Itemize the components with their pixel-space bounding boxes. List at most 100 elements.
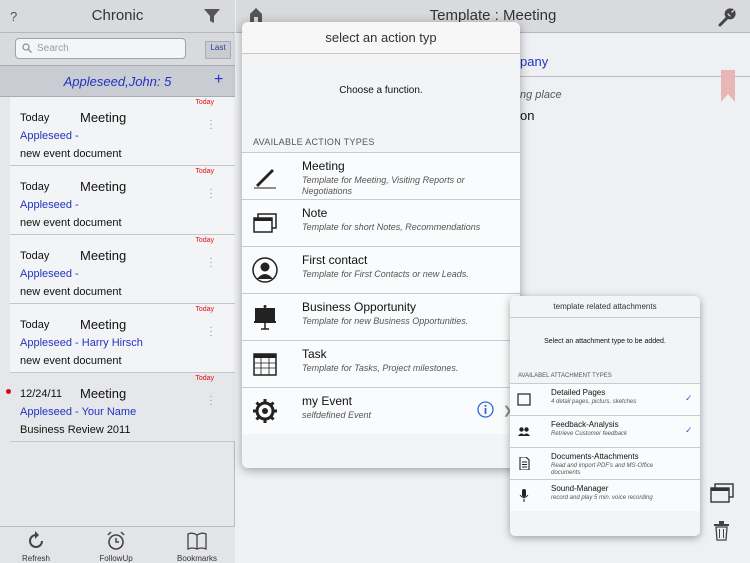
event-date: Today — [20, 319, 50, 331]
event-date: Today — [20, 112, 50, 124]
event-badge: Today — [195, 168, 214, 175]
filter-icon[interactable] — [204, 9, 220, 23]
search-input[interactable]: Search — [15, 38, 186, 59]
more-dots-icon[interactable]: · · · — [208, 323, 214, 341]
last-button[interactable]: Last — [205, 41, 231, 59]
action-type-name: my Event — [302, 394, 353, 408]
description-field[interactable]: on — [520, 108, 534, 123]
selected-marker — [6, 389, 11, 394]
event-type: Meeting — [80, 317, 127, 332]
note-windows-icon — [253, 213, 277, 233]
attachments-section-header: AVAILABEL ATTACHMENT TYPES — [518, 373, 612, 379]
action-type-my-event[interactable]: my Event selfdefined Event ❯ — [242, 387, 520, 434]
chronic-title: Chronic — [91, 7, 144, 24]
event-person: Appleseed - Harry Hirsch — [20, 337, 143, 349]
event-item[interactable]: Today Today Meeting · · · Appleseed - new … — [10, 97, 235, 166]
attachment-documents[interactable]: Documents-Attachments Read and import PD… — [510, 447, 700, 479]
windows-icon[interactable] — [710, 483, 734, 503]
action-type-desc: Template for new Business Opportunities. — [302, 316, 469, 326]
attachments-popover: template related attachments Select an a… — [510, 296, 700, 536]
attachments-prompt: Select an attachment type to be added. — [544, 338, 666, 345]
alarm-clock-icon — [107, 531, 125, 550]
event-type: Meeting — [80, 248, 127, 263]
tab-bar: Refresh FollowUp Bookmarks — [0, 526, 235, 563]
action-type-desc: selfdefined Event — [302, 410, 372, 420]
event-item-selected[interactable]: Today 12/24/11 Meeting · · · Appleseed - Y… — [10, 373, 235, 442]
attachment-detailed-pages[interactable]: Detailed Pages 4 detail pages, picturs, … — [510, 383, 700, 415]
tab-refresh[interactable]: Refresh — [6, 527, 66, 563]
chronic-header: ? Chronic — [0, 0, 235, 33]
more-dots-icon[interactable]: · · · — [208, 254, 214, 272]
event-document: Business Review 2011 — [20, 424, 131, 436]
presentation-board-icon — [254, 305, 276, 330]
attachment-name: Documents-Attachments — [551, 452, 639, 461]
tab-label: Bookmarks — [176, 554, 217, 563]
meeting-place-field[interactable]: ng place — [520, 89, 562, 101]
bookmark-ribbon-icon[interactable] — [721, 70, 735, 102]
event-item[interactable]: Today Today Meeting · · · Appleseed - Harr… — [10, 304, 235, 373]
attachment-desc: Retrieve Customer feedback — [551, 431, 628, 437]
action-type-meeting[interactable]: Meeting Template for Meeting, Visiting R… — [242, 152, 520, 199]
tab-followup[interactable]: FollowUp — [86, 527, 146, 563]
action-type-popover: select an action typ Choose a function. … — [242, 22, 520, 468]
attachment-name: Feedback-Analysis — [551, 420, 619, 429]
action-type-note[interactable]: Note Template for short Notes, Recommend… — [242, 199, 520, 246]
checkmark-icon: ✓ — [685, 425, 693, 435]
refresh-icon — [29, 531, 43, 548]
attachment-feedback-analysis[interactable]: Feedback-Analysis Retrieve Customer feed… — [510, 415, 700, 447]
divider — [494, 76, 750, 77]
event-person: Appleseed - Your Name — [20, 406, 137, 418]
event-item[interactable]: Today Today Meeting · · · Appleseed - new … — [10, 166, 235, 235]
event-document: new event document — [20, 355, 122, 367]
event-person: Appleseed - — [20, 130, 79, 142]
document-icon — [519, 457, 530, 470]
tab-bookmarks[interactable]: Bookmarks — [167, 527, 227, 563]
more-dots-icon[interactable]: · · · — [208, 116, 214, 134]
event-item[interactable]: Today Today Meeting · · · Appleseed - new … — [10, 235, 235, 304]
wrench-icon[interactable] — [717, 7, 737, 27]
action-type-desc: Template for Meeting, Visiting Reports o… — [302, 175, 465, 196]
attachment-sound-manager[interactable]: Sound-Manager record and play 5 min. voi… — [510, 479, 700, 511]
trash-icon[interactable] — [713, 521, 730, 541]
microphone-icon — [519, 489, 529, 502]
person-icon — [252, 257, 278, 283]
attachment-desc: record and play 5 min. voice recording — [551, 495, 653, 501]
event-type: Meeting — [80, 179, 127, 194]
checkmark-icon: ✓ — [685, 393, 693, 403]
event-date: Today — [20, 181, 50, 193]
popover-title: select an action typ — [242, 22, 520, 54]
event-date: Today — [20, 250, 50, 262]
people-icon — [518, 427, 530, 436]
action-type-first-contact[interactable]: First contact Template for First Contact… — [242, 246, 520, 293]
action-type-name: Task — [302, 347, 327, 361]
attachment-desc: 4 detail pages, picturs, sketches — [551, 399, 637, 405]
action-type-task[interactable]: Task Template for Tasks, Project milesto… — [242, 340, 520, 387]
gear-icon — [253, 399, 277, 423]
event-person: Appleseed - — [20, 199, 79, 211]
add-event-button[interactable]: + — [214, 71, 223, 89]
info-icon[interactable] — [477, 401, 494, 418]
event-badge: Today — [195, 375, 214, 382]
calendar-icon — [253, 353, 277, 376]
attachment-desc: Read and import PDF's and MS-Office docu… — [551, 463, 654, 476]
search-placeholder: Search — [37, 43, 69, 54]
attachment-name: Sound-Manager — [551, 484, 609, 493]
action-type-business-opportunity[interactable]: Business Opportunity Template for new Bu… — [242, 293, 520, 340]
section-header: AVAILABLE ACTION TYPES — [253, 137, 375, 147]
event-badge: Today — [195, 237, 214, 244]
attachments-title: template related attachments — [510, 296, 700, 318]
company-field[interactable]: pany — [520, 54, 548, 69]
book-icon — [187, 532, 207, 551]
more-dots-icon[interactable]: · · · — [208, 185, 214, 203]
contact-row[interactable]: Appleseed,John: 5 + — [0, 65, 235, 97]
event-document: new event document — [20, 148, 122, 160]
chronic-pane: ? Chronic Search Last Appleseed,John: 5 … — [0, 0, 235, 563]
action-type-name: Note — [302, 206, 328, 220]
page-icon — [517, 393, 531, 406]
action-type-desc: Template for short Notes, Recommendation… — [302, 222, 481, 232]
attachment-name: Detailed Pages — [551, 388, 606, 397]
event-date: 12/24/11 — [20, 388, 63, 400]
event-person: Appleseed - — [20, 268, 79, 280]
more-dots-icon[interactable]: · · · — [208, 392, 214, 410]
action-type-name: Business Opportunity — [302, 300, 417, 314]
